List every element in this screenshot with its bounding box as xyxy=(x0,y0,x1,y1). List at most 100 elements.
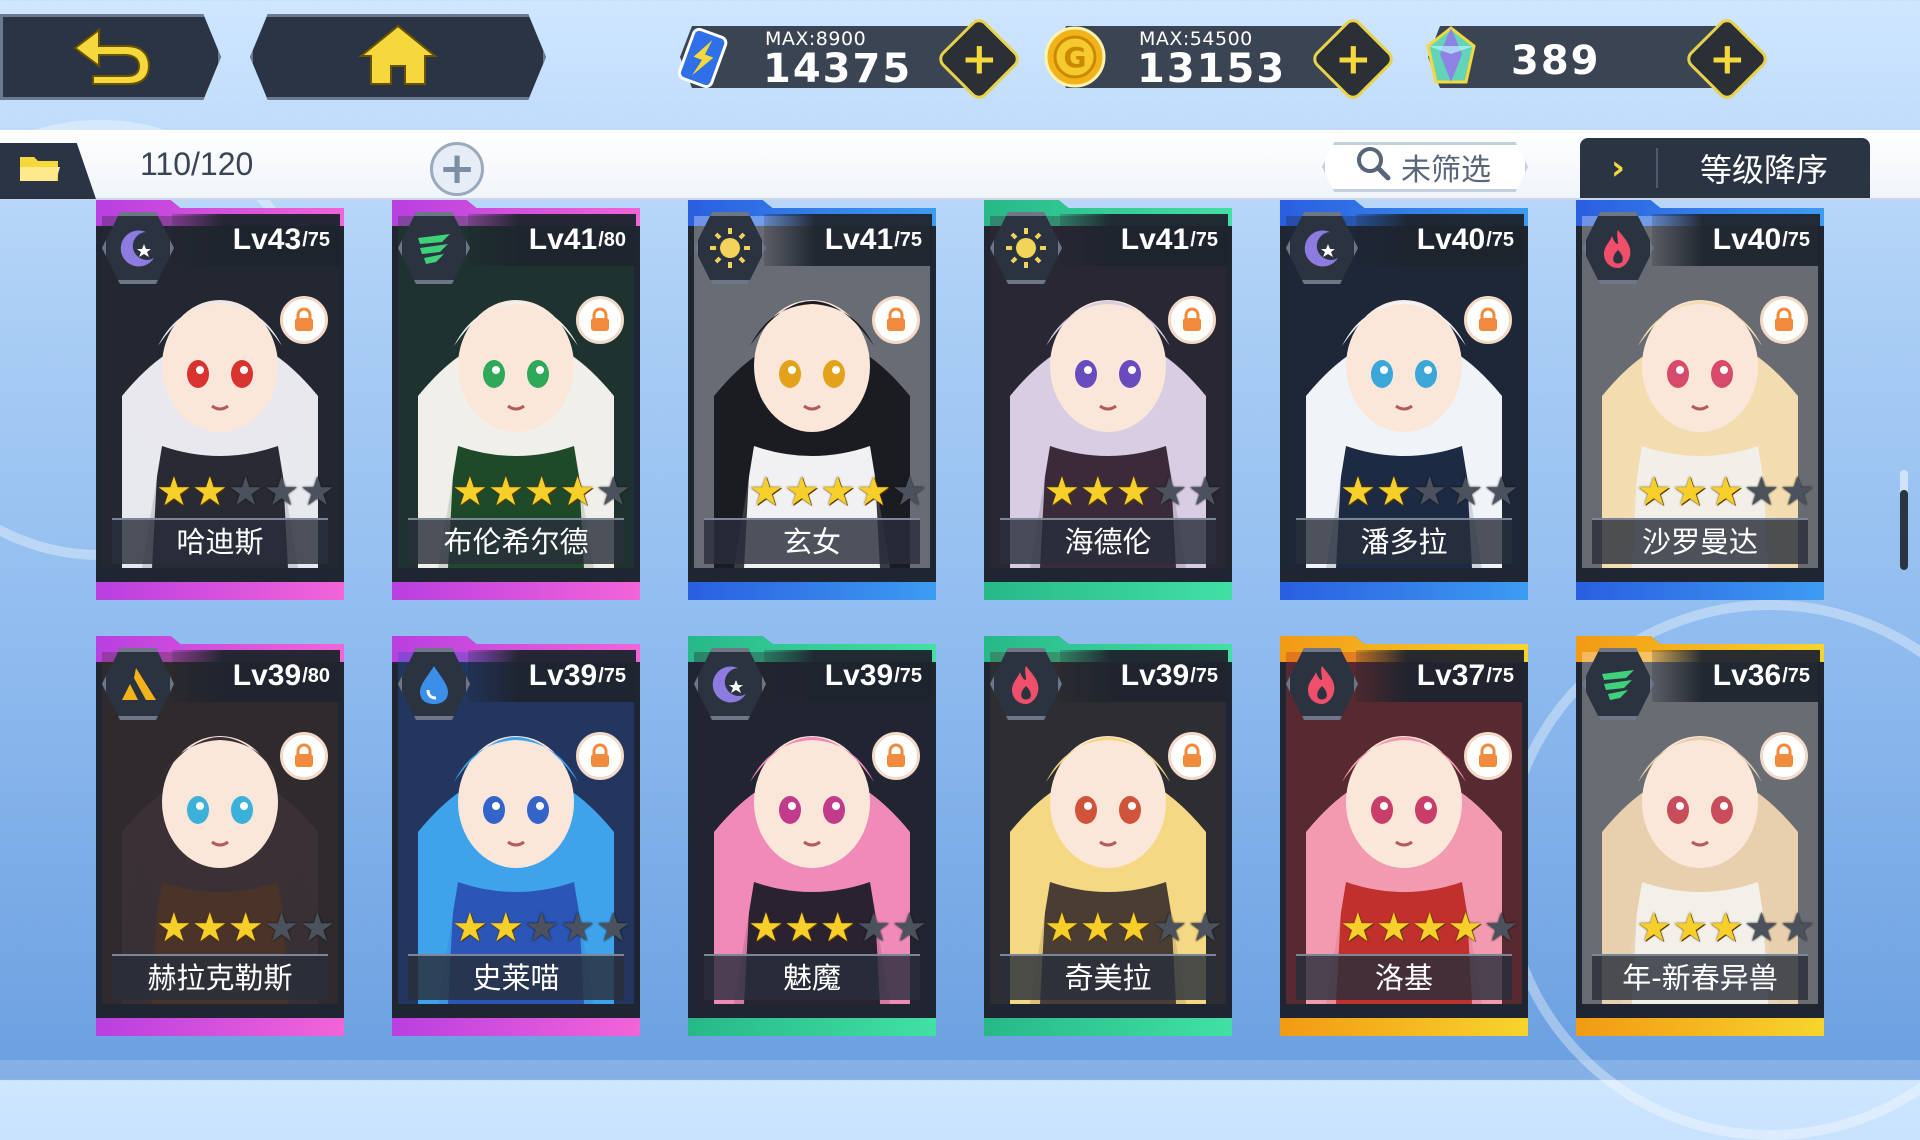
character-card[interactable]: Lv41/75 ★ ★ ★ ★ ★ 海德伦 xyxy=(984,200,1232,600)
search-icon xyxy=(1355,145,1391,189)
lock-icon[interactable] xyxy=(576,296,624,344)
scrollbar-thumb[interactable] xyxy=(1900,490,1908,570)
star-rating: ★ ★ ★ ★ ★ xyxy=(748,908,927,948)
rarity-strip-bottom xyxy=(1280,1018,1528,1036)
star-rating: ★ ★ ★ ★ ★ xyxy=(1340,472,1519,512)
star-icon: ★ xyxy=(1671,905,1708,951)
plus-icon: + xyxy=(1708,33,1746,84)
star-icon: ★ xyxy=(1447,469,1484,515)
star-icon: ★ xyxy=(1187,469,1224,515)
star-icon: ★ xyxy=(595,469,632,515)
star-icon: ★ xyxy=(855,905,892,951)
sort-button[interactable]: › 等级降序 xyxy=(1580,138,1870,198)
level-value: Lv39 xyxy=(1120,659,1190,692)
star-icon: ★ xyxy=(1779,905,1816,951)
lock-icon[interactable] xyxy=(1464,732,1512,780)
lock-icon[interactable] xyxy=(1464,296,1512,344)
home-button[interactable] xyxy=(250,14,546,100)
lock-icon[interactable] xyxy=(1760,296,1808,344)
level-value: Lv39 xyxy=(232,659,302,692)
level-cap: /75 xyxy=(302,228,330,251)
filter-button[interactable]: 未筛选 xyxy=(1322,142,1528,192)
rarity-strip-bottom xyxy=(1576,582,1824,600)
character-name: 年-新春异兽 xyxy=(1592,954,1808,1000)
level-value: Lv39 xyxy=(824,659,894,692)
character-card[interactable]: Lv39/75 ★ ★ ★ ★ ★ 史莱喵 xyxy=(392,636,640,1036)
star-icon: ★ xyxy=(819,469,856,515)
character-name: 洛基 xyxy=(1296,954,1512,1000)
expand-roster-button[interactable]: + xyxy=(430,142,484,196)
character-name: 布伦希尔德 xyxy=(408,518,624,564)
lock-icon[interactable] xyxy=(872,296,920,344)
star-icon: ★ xyxy=(1115,905,1152,951)
star-icon: ★ xyxy=(1411,905,1448,951)
lock-icon[interactable] xyxy=(1168,296,1216,344)
character-card[interactable]: Lv39/75 ★ ★ ★ ★ ★ 奇美拉 xyxy=(984,636,1232,1036)
level-value: Lv41 xyxy=(1120,223,1190,256)
character-card[interactable]: Lv37/75 ★ ★ ★ ★ ★ 洛基 xyxy=(1280,636,1528,1036)
level-cap: /75 xyxy=(598,664,626,687)
star-icon: ★ xyxy=(1707,905,1744,951)
level-value: Lv39 xyxy=(528,659,598,692)
level-cap: /75 xyxy=(1190,664,1218,687)
level-badge: Lv39/80 xyxy=(172,650,340,702)
rarity-strip-bottom xyxy=(688,582,936,600)
rarity-strip-bottom xyxy=(392,582,640,600)
star-icon: ★ xyxy=(156,469,192,515)
rarity-strip-bottom xyxy=(96,1018,344,1036)
star-icon: ★ xyxy=(1447,905,1484,951)
lock-icon[interactable] xyxy=(280,732,328,780)
level-value: Lv41 xyxy=(528,223,598,256)
lock-icon[interactable] xyxy=(1760,732,1808,780)
folder-icon xyxy=(18,153,62,189)
star-icon: ★ xyxy=(748,905,784,951)
level-cap: /80 xyxy=(302,664,330,687)
star-icon: ★ xyxy=(1671,469,1708,515)
character-card[interactable]: Lv40/75 ★ ★ ★ ★ ★ 潘多拉 xyxy=(1280,200,1528,600)
level-badge: Lv43/75 xyxy=(172,214,340,266)
character-card[interactable]: Lv40/75 ★ ★ ★ ★ ★ 沙罗曼达 xyxy=(1576,200,1824,600)
character-name: 潘多拉 xyxy=(1296,518,1512,564)
character-name: 魅魔 xyxy=(704,954,920,1000)
lock-icon[interactable] xyxy=(872,732,920,780)
lock-icon[interactable] xyxy=(576,732,624,780)
character-card[interactable]: Lv39/80 ★ ★ ★ ★ ★ 赫拉克勒斯 xyxy=(96,636,344,1036)
character-name: 史莱喵 xyxy=(408,954,624,1000)
star-icon: ★ xyxy=(299,469,336,515)
rarity-strip-bottom xyxy=(1280,582,1528,600)
character-card[interactable]: Lv43/75 ★ ★ ★ ★ ★ 哈迪斯 xyxy=(96,200,344,600)
star-icon: ★ xyxy=(1151,905,1188,951)
level-cap: /75 xyxy=(894,228,922,251)
level-value: Lv40 xyxy=(1712,223,1782,256)
star-rating: ★ ★ ★ ★ ★ xyxy=(156,472,335,512)
star-rating: ★ ★ ★ ★ ★ xyxy=(1044,472,1223,512)
character-name: 海德伦 xyxy=(1000,518,1216,564)
lock-icon[interactable] xyxy=(280,296,328,344)
level-badge: Lv41/80 xyxy=(468,214,636,266)
level-cap: /75 xyxy=(1782,664,1810,687)
character-card[interactable]: Lv41/80 ★ ★ ★ ★ ★ 布伦希尔德 xyxy=(392,200,640,600)
character-card[interactable]: Lv36/75 ★ ★ ★ ★ ★ 年-新春异兽 xyxy=(1576,636,1824,1036)
star-rating: ★ ★ ★ ★ ★ xyxy=(156,908,335,948)
star-icon: ★ xyxy=(1375,469,1412,515)
chevron-right-icon: › xyxy=(1580,148,1658,188)
svg-text:G: G xyxy=(1064,41,1087,74)
star-icon: ★ xyxy=(1340,905,1376,951)
star-icon: ★ xyxy=(1636,905,1672,951)
top-bar: MAX:8900 14375 + MAX:54500 13153 G +389 + xyxy=(0,0,1920,110)
character-card[interactable]: Lv39/75 ★ ★ ★ ★ ★ 魅魔 xyxy=(688,636,936,1036)
back-button[interactable] xyxy=(0,14,221,100)
character-card[interactable]: Lv41/75 ★ ★ ★ ★ ★ 玄女 xyxy=(688,200,936,600)
level-cap: /75 xyxy=(1782,228,1810,251)
gold-coin-icon: G xyxy=(1040,22,1110,92)
star-icon: ★ xyxy=(855,469,892,515)
level-cap: /80 xyxy=(598,228,626,251)
star-icon: ★ xyxy=(1483,905,1520,951)
star-rating: ★ ★ ★ ★ ★ xyxy=(1340,908,1519,948)
star-icon: ★ xyxy=(891,905,928,951)
lock-icon[interactable] xyxy=(1168,732,1216,780)
star-icon: ★ xyxy=(783,469,820,515)
level-value: Lv41 xyxy=(824,223,894,256)
star-rating: ★ ★ ★ ★ ★ xyxy=(1636,472,1815,512)
star-icon: ★ xyxy=(1483,469,1520,515)
